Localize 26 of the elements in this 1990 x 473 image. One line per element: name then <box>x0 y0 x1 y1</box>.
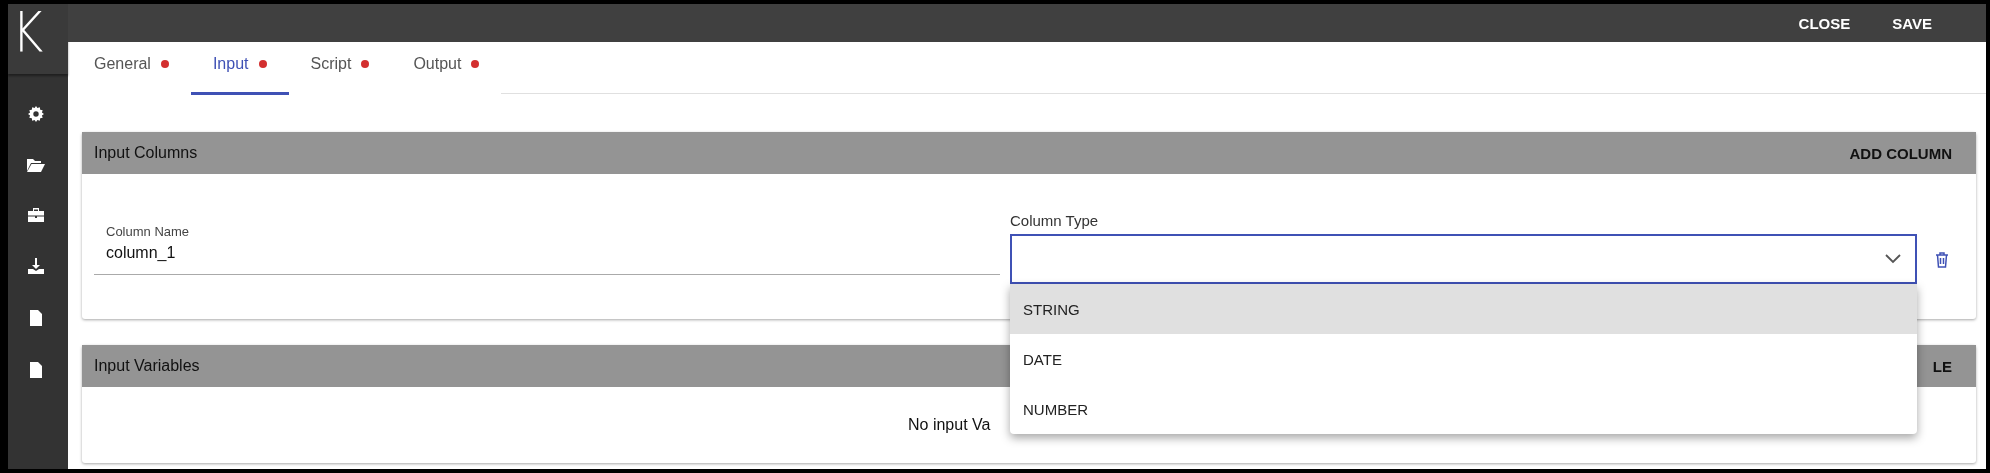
download-icon[interactable] <box>28 258 44 274</box>
gear-icon[interactable] <box>28 106 44 122</box>
briefcase-icon[interactable] <box>28 208 44 222</box>
tab[interactable]: General <box>72 42 191 95</box>
section-title: Input Columns <box>94 144 198 162</box>
column-type-select[interactable] <box>1010 234 1917 284</box>
tab[interactable]: Script <box>288 42 392 95</box>
file-icon[interactable] <box>30 310 42 326</box>
chevron-down-icon <box>1885 254 1901 264</box>
top-action-button[interactable]: SAVE <box>1878 8 1946 38</box>
column-name-field[interactable]: Column Name column_1 <box>94 224 1000 275</box>
dropdown-option[interactable]: NUMBER <box>1010 384 1917 434</box>
trash-icon[interactable] <box>1935 252 1949 268</box>
top-action-button[interactable]: CLOSE <box>1784 8 1865 38</box>
field-label: Column Type <box>1010 212 1100 229</box>
dropdown-option[interactable]: STRING <box>1010 284 1917 334</box>
add-column-button[interactable]: ADD COLUMN <box>1839 138 1962 168</box>
tab[interactable]: Output <box>391 42 502 95</box>
dropdown-option[interactable]: DATE <box>1010 334 1917 384</box>
file-icon[interactable] <box>30 362 42 378</box>
section-title: Input Variables <box>94 357 200 375</box>
empty-message: No input Va <box>908 416 991 434</box>
folder-icon[interactable] <box>27 158 45 172</box>
logo: K <box>12 4 44 60</box>
tab[interactable]: Input <box>190 42 289 95</box>
add-variable-button[interactable]: LE <box>1922 351 1962 381</box>
